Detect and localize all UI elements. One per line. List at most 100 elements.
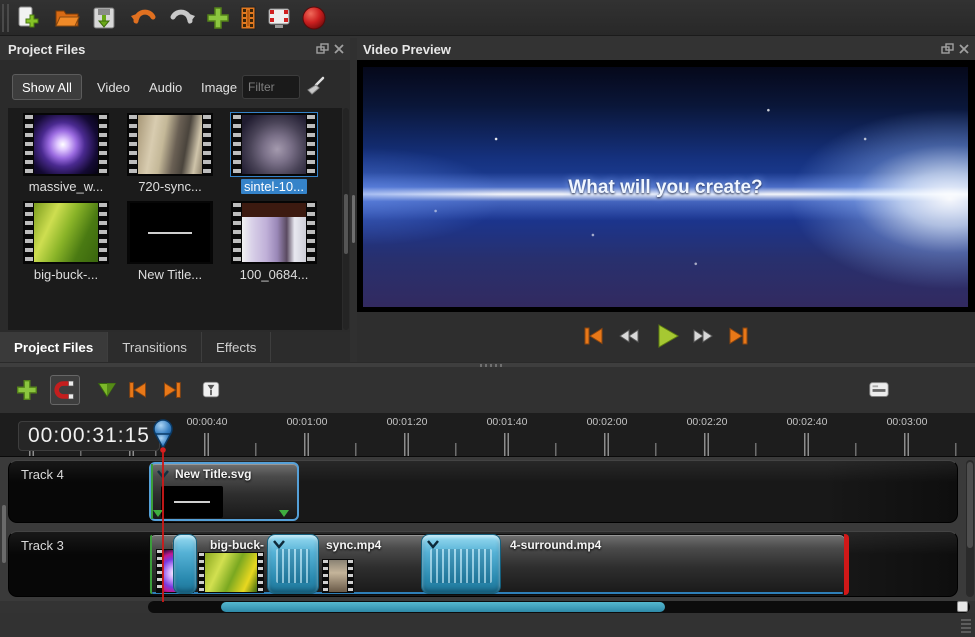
float-icon xyxy=(315,42,329,56)
center-playhead-icon xyxy=(199,378,223,402)
transition-menu-chevron-icon[interactable] xyxy=(426,538,440,550)
timeline-left-grip[interactable] xyxy=(2,505,6,563)
zoom-scale-button[interactable] xyxy=(864,375,894,405)
transition-2[interactable] xyxy=(267,534,319,594)
tab-audio[interactable]: Audio xyxy=(140,74,191,100)
float-panel-button[interactable] xyxy=(315,42,329,59)
playhead-marker-icon xyxy=(151,418,175,454)
project-files-panel: Project Files Show All Video Audio Image… xyxy=(0,38,350,332)
tab-effects[interactable]: Effects xyxy=(202,332,272,362)
import-files-icon xyxy=(204,4,232,32)
file-label: 720-sync... xyxy=(135,179,205,194)
save-project-button[interactable] xyxy=(90,4,118,32)
file-thumbnail xyxy=(127,113,213,176)
video-preview-title: Video Preview xyxy=(363,42,451,57)
file-item-new-title[interactable]: New Title... xyxy=(122,201,218,282)
timeline-vertical-scrollbar[interactable] xyxy=(966,460,974,597)
transition-1[interactable] xyxy=(173,534,197,594)
undo-button[interactable] xyxy=(130,4,158,32)
file-thumbnail xyxy=(231,201,317,264)
clear-filter-brush-icon xyxy=(305,76,327,98)
new-project-icon xyxy=(13,4,41,32)
tab-project-files[interactable]: Project Files xyxy=(0,332,108,362)
track-4: Track 4 New Title.svg xyxy=(8,460,958,523)
files-scrollbar[interactable] xyxy=(343,108,349,330)
openshot-window: Project Files Show All Video Audio Image… xyxy=(0,0,975,637)
file-item-massive[interactable]: massive_w... xyxy=(18,113,114,194)
tab-video[interactable]: Video xyxy=(88,74,139,100)
add-marker-button[interactable] xyxy=(92,375,122,405)
add-marker-icon xyxy=(94,377,120,403)
tab-show-all[interactable]: Show All xyxy=(12,74,82,100)
add-track-button[interactable] xyxy=(12,375,42,405)
file-thumbnail xyxy=(231,113,317,176)
timeline-ruler[interactable]: 00:00:40 00:01:00 00:01:20 00:01:40 00:0… xyxy=(0,413,975,457)
add-track-icon xyxy=(14,377,40,403)
export-video-button[interactable] xyxy=(265,4,293,32)
timeline-toolbar: 20 seconds xyxy=(0,367,975,413)
files-scrollbar-thumb[interactable] xyxy=(344,194,348,254)
clip-new-title[interactable]: New Title.svg xyxy=(149,462,299,521)
horizontal-scrollbar-thumb[interactable] xyxy=(221,602,665,612)
tab-transitions[interactable]: Transitions xyxy=(108,332,202,362)
rewind-icon xyxy=(616,322,644,350)
file-item-sintel-selected[interactable]: sintel-10... xyxy=(226,113,322,194)
record-button[interactable] xyxy=(300,4,328,32)
open-project-icon xyxy=(53,4,81,32)
main-toolbar xyxy=(0,0,975,36)
timeline-horizontal-scrollbar[interactable] xyxy=(148,601,970,613)
ruler-tick-label: 00:02:40 xyxy=(787,416,828,428)
project-files-title: Project Files xyxy=(8,42,85,57)
clip-thumbnail xyxy=(198,552,264,593)
jump-to-start-button[interactable] xyxy=(579,321,609,351)
vertical-scrollbar-thumb[interactable] xyxy=(967,462,973,548)
open-project-button[interactable] xyxy=(53,4,81,32)
previous-marker-button[interactable] xyxy=(124,375,154,405)
next-marker-button[interactable] xyxy=(156,375,186,405)
center-playhead-button[interactable] xyxy=(196,375,226,405)
new-project-button[interactable] xyxy=(13,4,41,32)
close-preview-button[interactable] xyxy=(957,42,971,59)
vertical-splitter[interactable] xyxy=(350,38,357,362)
clear-filter-button[interactable] xyxy=(303,74,329,100)
import-files-button[interactable] xyxy=(204,4,232,32)
file-label: big-buck-... xyxy=(31,267,101,282)
redo-button[interactable] xyxy=(168,4,196,32)
undo-icon xyxy=(130,4,158,32)
play-button[interactable] xyxy=(651,321,681,351)
clip-thumbnail xyxy=(322,559,354,593)
transition-menu-chevron-icon[interactable] xyxy=(272,538,286,550)
clip-thumbnail xyxy=(161,486,223,518)
clip-in-edge[interactable] xyxy=(150,535,152,594)
ruler-tick-label: 00:01:40 xyxy=(487,416,528,428)
project-files-header: Project Files xyxy=(0,38,350,60)
clip-out-edge[interactable] xyxy=(844,534,849,595)
file-item-100-0684[interactable]: 100_0684... xyxy=(226,201,322,282)
jump-to-end-icon xyxy=(724,322,752,350)
toolbar-drag-handle[interactable] xyxy=(2,4,9,32)
scrollbar-end-handle[interactable] xyxy=(957,601,968,612)
splitter-grip[interactable] xyxy=(352,195,355,243)
tab-video-label: Video xyxy=(97,80,130,95)
float-preview-button[interactable] xyxy=(940,42,954,59)
filter-input[interactable] xyxy=(242,75,300,99)
window-resize-grip[interactable] xyxy=(961,619,971,633)
file-thumbnail xyxy=(23,113,109,176)
bottom-strip xyxy=(0,613,975,637)
choose-profile-button[interactable] xyxy=(234,4,262,32)
clip-resize-right-handle[interactable] xyxy=(279,510,289,517)
file-item-big-buck[interactable]: big-buck-... xyxy=(18,201,114,282)
fast-forward-button[interactable] xyxy=(687,321,717,351)
snapping-button[interactable] xyxy=(50,375,80,405)
save-project-icon xyxy=(90,4,118,32)
file-item-720-sync[interactable]: 720-sync... xyxy=(122,113,218,194)
track-name: Track 4 xyxy=(21,467,64,482)
rewind-button[interactable] xyxy=(615,321,645,351)
video-overlay-text: What will you create? xyxy=(363,177,968,199)
tab-image[interactable]: Image xyxy=(192,74,246,100)
clip-label: big-buck- xyxy=(210,538,264,552)
close-panel-button[interactable] xyxy=(332,42,346,59)
transition-3[interactable] xyxy=(421,534,501,594)
jump-to-end-button[interactable] xyxy=(723,321,753,351)
file-label: 100_0684... xyxy=(237,267,312,282)
